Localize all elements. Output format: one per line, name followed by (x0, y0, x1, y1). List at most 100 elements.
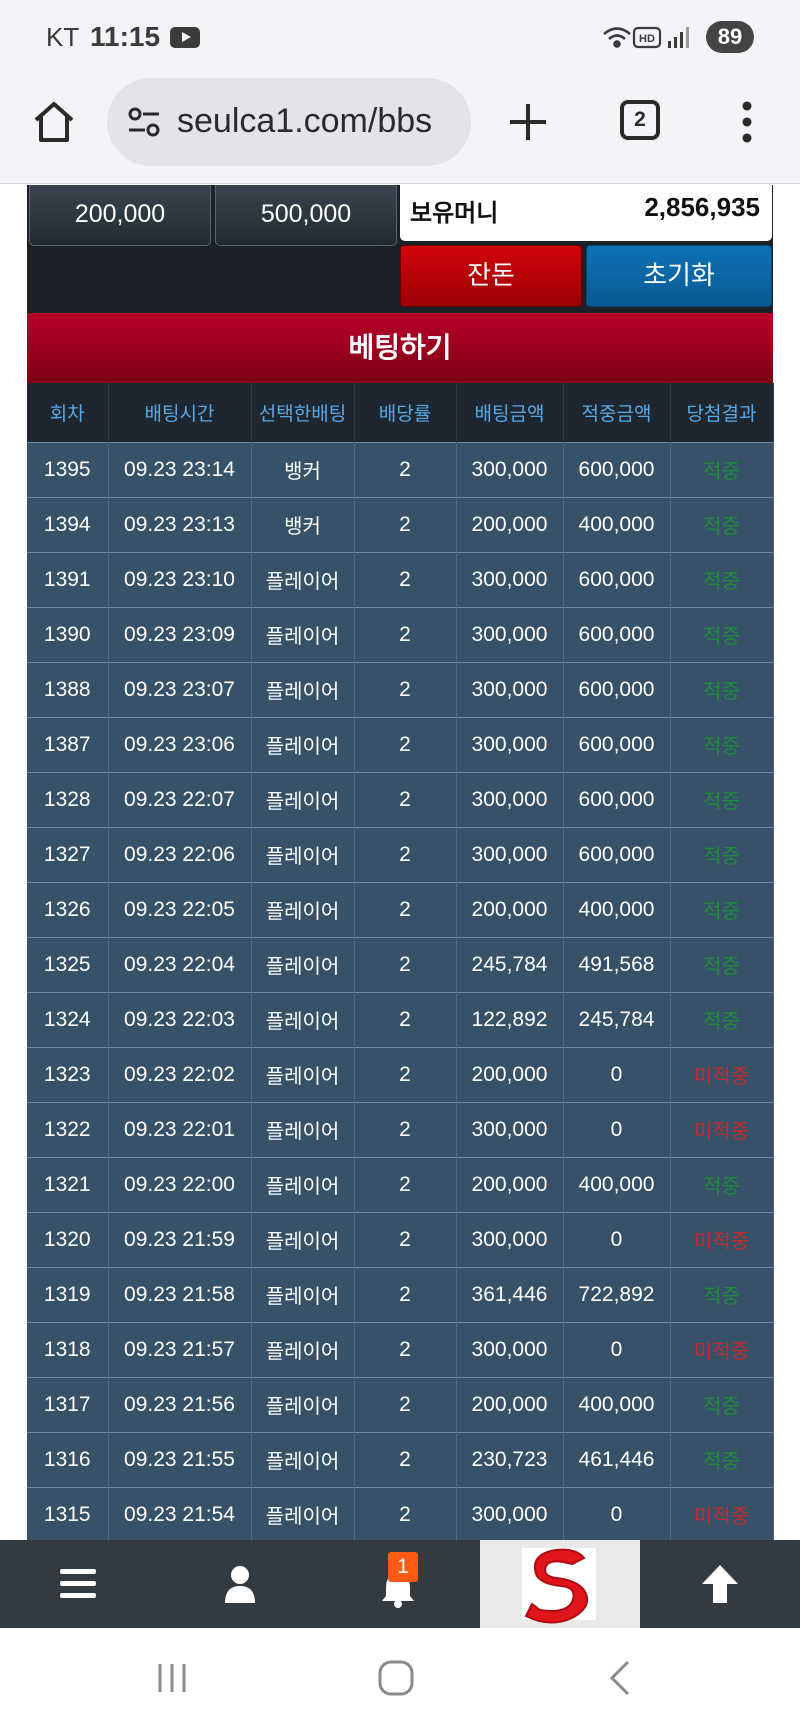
balance-label: 보유머니 (410, 199, 499, 227)
cell-bet-time: 09.23 23:10 (108, 551, 252, 607)
cell-win-amount: 722,892 (563, 1266, 671, 1322)
cell-result: 미적중 (670, 1101, 774, 1157)
cell-odds: 2 (354, 496, 457, 552)
cell-selection: 뱅커 (251, 441, 355, 497)
cell-odds: 2 (354, 716, 457, 772)
cell-win-amount: 461,446 (563, 1431, 671, 1487)
cell-bet-amount: 200,000 (456, 881, 564, 937)
cell-bet-amount: 300,000 (456, 1321, 564, 1377)
home-nav-icon[interactable] (376, 1658, 416, 1698)
header-bet-time: 배팅시간 (108, 383, 252, 442)
cell-round: 1321 (27, 1156, 109, 1212)
cell-odds: 2 (354, 1376, 457, 1432)
table-row: 1394 09.23 23:13 뱅커 2 200,000 400,000 적중 (27, 496, 774, 552)
recent-apps-icon[interactable] (154, 1660, 190, 1696)
address-bar[interactable]: seulca1.com/bbs (107, 78, 471, 166)
home-icon[interactable] (30, 98, 78, 146)
cell-odds: 2 (354, 826, 457, 882)
cell-round: 1317 (27, 1376, 109, 1432)
cell-bet-amount: 361,446 (456, 1266, 564, 1322)
cell-round: 1316 (27, 1431, 109, 1487)
header-win-amount: 적중금액 (563, 383, 671, 442)
youtube-notification-icon (170, 27, 200, 48)
url-text[interactable]: seulca1.com/bbs (177, 102, 432, 141)
cell-bet-amount: 300,000 (456, 1211, 564, 1267)
status-bar: KT 11:15 HD 89 (0, 0, 800, 68)
cell-result: 적중 (670, 496, 774, 552)
cell-result: 적중 (670, 936, 774, 992)
notification-badge: 1 (388, 1552, 418, 1582)
tab-switcher-button[interactable]: 2 (620, 100, 660, 140)
cell-odds: 2 (354, 771, 457, 827)
cell-result: 적중 (670, 1431, 774, 1487)
back-icon[interactable] (604, 1658, 634, 1698)
balance-box: 보유머니 2,856,935 (400, 185, 772, 241)
cell-bet-time: 09.23 22:07 (108, 771, 252, 827)
table-row: 1391 09.23 23:10 플레이어 2 300,000 600,000 적중 (27, 551, 774, 607)
cell-bet-amount: 230,723 (456, 1431, 564, 1487)
signal-icon (668, 27, 689, 48)
table-row: 1316 09.23 21:55 플레이어 2 230,723 461,446 적중 (27, 1431, 774, 1487)
more-menu-icon[interactable] (740, 100, 754, 144)
cell-round: 1319 (27, 1266, 109, 1322)
cell-win-amount: 0 (563, 1486, 671, 1540)
table-row: 1323 09.23 22:02 플레이어 2 200,000 0 미적중 (27, 1046, 774, 1102)
cell-selection: 플레이어 (251, 936, 355, 992)
cell-odds: 2 (354, 991, 457, 1047)
cell-selection: 플레이어 (251, 1101, 355, 1157)
chip-button-200000[interactable]: 200,000 (29, 185, 211, 246)
balance-value: 2,856,935 (644, 192, 760, 222)
cell-win-amount: 0 (563, 1101, 671, 1157)
cell-bet-time: 09.23 21:57 (108, 1321, 252, 1377)
cell-selection: 플레이어 (251, 661, 355, 717)
cell-bet-time: 09.23 22:02 (108, 1046, 252, 1102)
cell-result: 미적중 (670, 1046, 774, 1102)
cell-bet-time: 09.23 23:09 (108, 606, 252, 662)
site-bottom-nav: 1 (0, 1540, 800, 1628)
cell-bet-time: 09.23 21:59 (108, 1211, 252, 1267)
cell-result: 적중 (670, 991, 774, 1047)
user-icon[interactable] (222, 1564, 258, 1604)
cell-odds: 2 (354, 936, 457, 992)
scroll-top-icon[interactable] (700, 1562, 740, 1606)
cell-bet-amount: 300,000 (456, 441, 564, 497)
bet-history-table: 회차 배팅시간 선택한배팅 배당률 배팅금액 적중금액 당첨결과 1395 09.… (27, 383, 774, 1540)
carrier-label: KT (46, 22, 80, 52)
table-row: 1328 09.23 22:07 플레이어 2 300,000 600,000 적중 (27, 771, 774, 827)
site-settings-icon[interactable] (127, 106, 161, 138)
cell-result: 적중 (670, 881, 774, 937)
cell-bet-time: 09.23 21:54 (108, 1486, 252, 1540)
cell-bet-amount: 200,000 (456, 496, 564, 552)
new-tab-icon[interactable] (506, 100, 550, 144)
cell-bet-time: 09.23 21:56 (108, 1376, 252, 1432)
cell-odds: 2 (354, 881, 457, 937)
cell-round: 1318 (27, 1321, 109, 1377)
cell-bet-time: 09.23 23:13 (108, 496, 252, 552)
table-row: 1395 09.23 23:14 뱅커 2 300,000 600,000 적중 (27, 441, 774, 497)
cell-bet-time: 09.23 21:55 (108, 1431, 252, 1487)
cell-result: 적중 (670, 551, 774, 607)
cell-selection: 플레이어 (251, 716, 355, 772)
cell-win-amount: 600,000 (563, 551, 671, 607)
place-bet-button[interactable]: 베팅하기 (27, 313, 773, 383)
chip-button-500000[interactable]: 500,000 (215, 185, 397, 246)
connectivity-icons: HD (603, 26, 689, 49)
cell-win-amount: 400,000 (563, 881, 671, 937)
cell-win-amount: 600,000 (563, 826, 671, 882)
cell-result: 미적중 (670, 1321, 774, 1377)
cell-result: 적중 (670, 716, 774, 772)
reset-button[interactable]: 초기화 (586, 245, 772, 307)
cell-odds: 2 (354, 1431, 457, 1487)
cell-selection: 플레이어 (251, 1211, 355, 1267)
cell-bet-time: 09.23 22:03 (108, 991, 252, 1047)
cell-result: 적중 (670, 606, 774, 662)
svg-text:HD: HD (639, 33, 655, 45)
table-header-row: 회차 배팅시간 선택한배팅 배당률 배팅금액 적중금액 당첨결과 (27, 383, 774, 442)
menu-icon[interactable] (58, 1566, 98, 1602)
cell-round: 1388 (27, 661, 109, 717)
small-change-button[interactable]: 잔돈 (400, 245, 582, 307)
cell-selection: 플레이어 (251, 551, 355, 607)
site-logo[interactable] (480, 1540, 640, 1628)
cell-odds: 2 (354, 1266, 457, 1322)
cell-round: 1395 (27, 441, 109, 497)
